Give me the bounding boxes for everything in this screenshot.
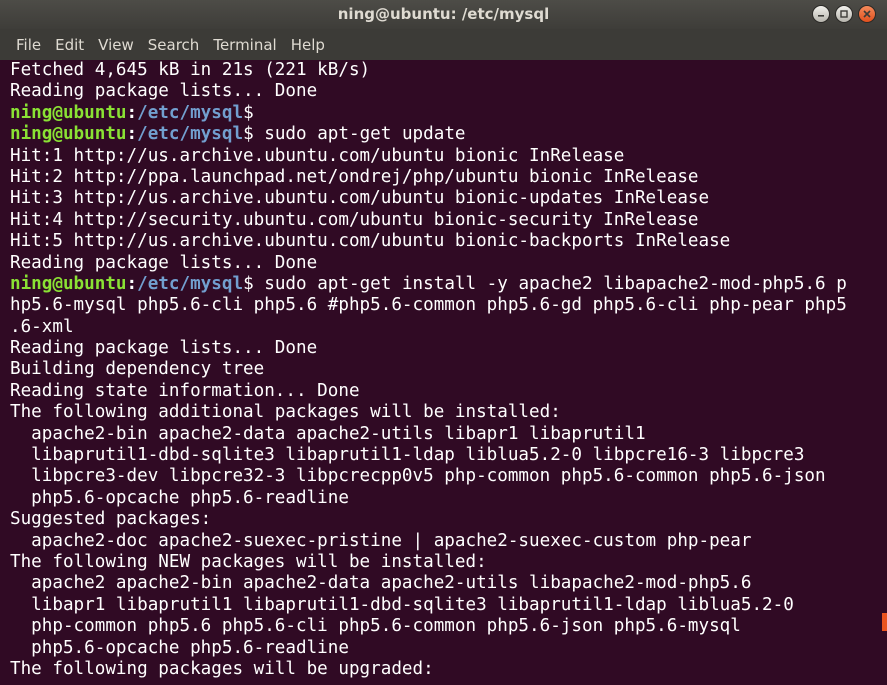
terminal-output[interactable]: Fetched 4,645 kB in 21s (221 kB/s) Readin…	[0, 60, 880, 685]
terminal-window: ning@ubuntu: /etc/mysql File Edit View S…	[0, 0, 887, 685]
scrollbar-thumb[interactable]	[882, 613, 887, 631]
command-text: $	[243, 102, 254, 123]
output-text: libapr1 libaprutil1 libaprutil1-dbd-sqli…	[10, 594, 794, 615]
output-line: Suggested packages:	[10, 509, 880, 530]
output-text: Reading package lists... Done	[10, 81, 318, 102]
output-text: php5.6-opcache php5.6-readline	[10, 487, 349, 508]
output-line: Reading state information... Done	[10, 381, 880, 402]
maximize-icon	[840, 10, 848, 18]
output-text: Reading state information... Done	[10, 380, 360, 401]
output-line: php5.6-opcache php5.6-readline	[10, 638, 880, 659]
minimize-icon	[818, 15, 824, 17]
minimize-button[interactable]	[812, 5, 830, 23]
output-line: php5.6-opcache php5.6-readline	[10, 488, 880, 509]
prompt-path: /etc/mysql	[137, 124, 244, 145]
output-text: php5.6-opcache php5.6-readline	[10, 637, 349, 658]
output-line: apache2-doc apache2-suexec-pristine | ap…	[10, 531, 880, 552]
output-line: Fetched 4,645 kB in 21s (221 kB/s)	[10, 60, 880, 81]
output-text: The following additional packages will b…	[10, 402, 561, 423]
menu-edit[interactable]: Edit	[48, 33, 91, 57]
output-text: The following NEW packages will be insta…	[10, 551, 487, 572]
prompt-path: /etc/mysql	[137, 102, 244, 123]
output-line: Hit:1 http://us.archive.ubuntu.com/ubunt…	[10, 146, 880, 167]
output-line: Building dependency tree	[10, 359, 880, 380]
title-bar[interactable]: ning@ubuntu: /etc/mysql	[0, 0, 887, 29]
output-text: .6-xml	[10, 316, 74, 337]
output-text: Reading package lists... Done	[10, 252, 318, 273]
maximize-button[interactable]	[835, 5, 853, 23]
prompt-separator: :	[126, 273, 138, 294]
scrollbar[interactable]	[880, 60, 887, 685]
output-text: The following packages will be upgraded:	[10, 658, 434, 679]
output-line: hp5.6-mysql php5.6-cli php5.6 #php5.6-co…	[10, 295, 880, 316]
output-text: apache2-doc apache2-suexec-pristine | ap…	[10, 530, 752, 551]
output-line: .6-xml	[10, 317, 880, 338]
output-line: Hit:3 http://us.archive.ubuntu.com/ubunt…	[10, 188, 880, 209]
output-text: Hit:2 http://ppa.launchpad.net/ondrej/ph…	[10, 166, 699, 187]
output-line: Hit:4 http://security.ubuntu.com/ubuntu …	[10, 210, 880, 231]
output-text: Fetched 4,645 kB in 21s (221 kB/s)	[10, 60, 371, 80]
menu-help[interactable]: Help	[284, 33, 332, 57]
output-line: libapr1 libaprutil1 libaprutil1-dbd-sqli…	[10, 595, 880, 616]
output-line: Hit:2 http://ppa.launchpad.net/ondrej/ph…	[10, 167, 880, 188]
close-button[interactable]	[858, 5, 876, 23]
output-text: apache2 apache2-bin apache2-data apache2…	[10, 573, 752, 594]
prompt-separator: :	[126, 102, 138, 123]
output-line: libaprutil1-dbd-sqlite3 libaprutil1-ldap…	[10, 445, 880, 466]
command-text: $ sudo apt-get update	[243, 124, 466, 145]
output-text: libpcre3-dev libpcre32-3 libpcrecpp0v5 p…	[10, 466, 826, 487]
output-line: Reading package lists... Done	[10, 81, 880, 102]
close-icon	[863, 10, 871, 18]
prompt-line: ning@ubuntu:/etc/mysql$ sudo apt-get upd…	[10, 124, 880, 145]
prompt-separator: :	[126, 124, 138, 145]
prompt-user: ning@ubuntu	[10, 124, 127, 145]
output-line: The following NEW packages will be insta…	[10, 552, 880, 573]
output-text: Hit:3 http://us.archive.ubuntu.com/ubunt…	[10, 188, 710, 209]
menu-terminal[interactable]: Terminal	[206, 33, 283, 57]
output-line: The following additional packages will b…	[10, 402, 880, 423]
command-text: $ sudo apt-get install -y apache2 libapa…	[243, 273, 847, 294]
prompt-path: /etc/mysql	[137, 273, 244, 294]
window-controls	[812, 5, 876, 23]
output-text: Hit:4 http://security.ubuntu.com/ubuntu …	[10, 209, 699, 230]
menu-search[interactable]: Search	[141, 33, 207, 57]
menu-file[interactable]: File	[9, 33, 48, 57]
prompt-user: ning@ubuntu	[10, 102, 127, 123]
output-text: hp5.6-mysql php5.6-cli php5.6 #php5.6-co…	[10, 295, 847, 316]
output-text: Reading package lists... Done	[10, 338, 318, 359]
output-text: apache2-bin apache2-data apache2-utils l…	[10, 423, 646, 444]
output-line: Reading package lists... Done	[10, 338, 880, 359]
output-text: libaprutil1-dbd-sqlite3 libaprutil1-ldap…	[10, 445, 805, 466]
output-line: apache2-bin apache2-data apache2-utils l…	[10, 424, 880, 445]
output-text: Hit:5 http://us.archive.ubuntu.com/ubunt…	[10, 231, 731, 252]
output-text: php-common php5.6 php5.6-cli php5.6-comm…	[10, 616, 741, 637]
output-line: Reading package lists... Done	[10, 253, 880, 274]
window-title: ning@ubuntu: /etc/mysql	[337, 5, 550, 23]
output-line: libpcre3-dev libpcre32-3 libpcrecpp0v5 p…	[10, 466, 880, 487]
output-line: apache2 apache2-bin apache2-data apache2…	[10, 573, 880, 594]
output-line: php-common php5.6 php5.6-cli php5.6-comm…	[10, 616, 880, 637]
prompt-user: ning@ubuntu	[10, 273, 127, 294]
output-text: Hit:1 http://us.archive.ubuntu.com/ubunt…	[10, 145, 625, 166]
menu-bar: File Edit View Search Terminal Help	[0, 29, 887, 60]
menu-view[interactable]: View	[91, 33, 141, 57]
prompt-line: ning@ubuntu:/etc/mysql$	[10, 103, 880, 124]
output-text: Suggested packages:	[10, 509, 212, 530]
prompt-line: ning@ubuntu:/etc/mysql$ sudo apt-get ins…	[10, 274, 880, 295]
output-line: Hit:5 http://us.archive.ubuntu.com/ubunt…	[10, 231, 880, 252]
output-text: Building dependency tree	[10, 359, 265, 380]
output-line: The following packages will be upgraded:	[10, 659, 880, 680]
